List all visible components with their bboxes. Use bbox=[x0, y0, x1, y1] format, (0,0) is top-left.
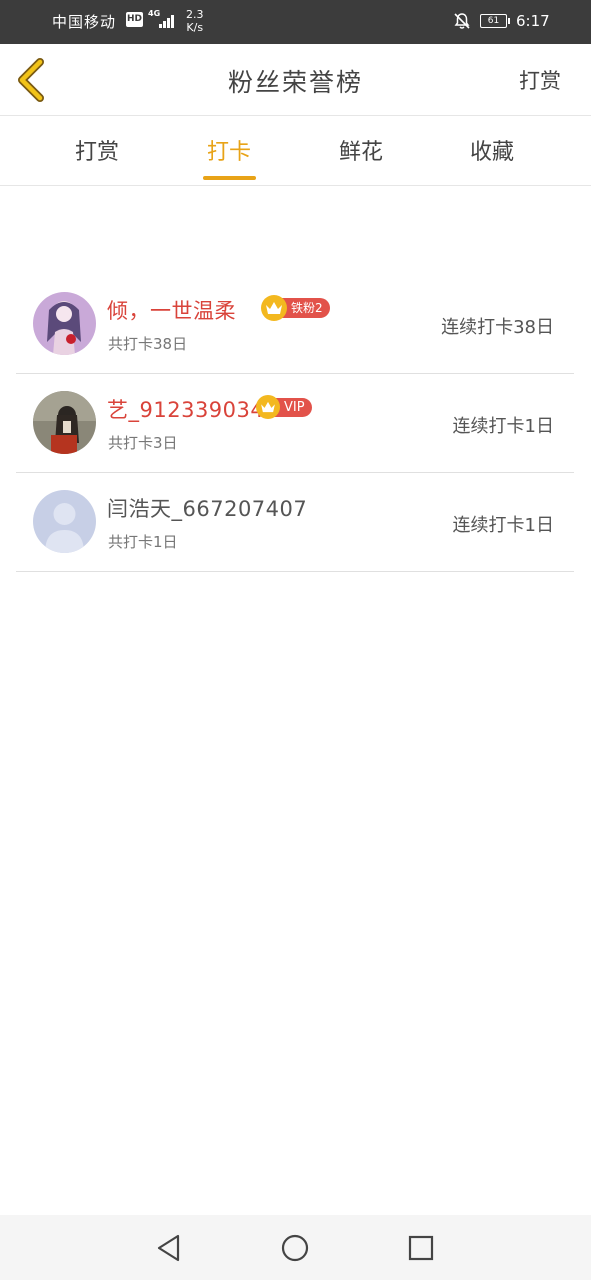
network-speed: 2.3 K/s bbox=[186, 8, 204, 34]
tab-reward[interactable]: 打赏 bbox=[52, 134, 142, 166]
recent-square-icon[interactable] bbox=[406, 1233, 436, 1263]
streak-days: 连续打卡38日 bbox=[441, 317, 554, 338]
tab-bar: 打赏 打卡 鲜花 收藏 bbox=[0, 116, 591, 186]
ranking-list: 倾，一世温柔 铁粉2 共打卡38日 连续打卡38日 艺_912339034 VI… bbox=[16, 275, 574, 572]
tab-checkin[interactable]: 打卡 bbox=[184, 134, 274, 166]
home-circle-icon[interactable] bbox=[280, 1233, 310, 1263]
list-item[interactable]: 闫浩天_667207407 共打卡1日 连续打卡1日 bbox=[16, 473, 574, 572]
user-name[interactable]: 艺_912339034 bbox=[107, 394, 264, 424]
battery-icon: 61 bbox=[480, 14, 510, 28]
total-checkins: 共打卡1日 bbox=[108, 533, 178, 551]
page-title: 粉丝荣誉榜 bbox=[227, 68, 363, 97]
list-item[interactable]: 艺_912339034 VIP 共打卡3日 连续打卡1日 bbox=[16, 374, 574, 473]
user-name[interactable]: 闫浩天_667207407 bbox=[107, 493, 307, 523]
signal-icon bbox=[159, 12, 177, 28]
crown-icon bbox=[256, 395, 280, 419]
streak-days: 连续打卡1日 bbox=[452, 515, 554, 536]
anime-girl-avatar[interactable] bbox=[33, 292, 96, 355]
vip-badge: VIP bbox=[256, 394, 312, 420]
reward-button[interactable]: 打赏 bbox=[519, 65, 561, 95]
list-item[interactable]: 倾，一世温柔 铁粉2 共打卡38日 连续打卡38日 bbox=[16, 275, 574, 374]
fan-level-badge: 铁粉2 bbox=[261, 295, 330, 321]
tab-favorites[interactable]: 收藏 bbox=[447, 134, 537, 166]
active-tab-indicator bbox=[203, 176, 256, 180]
tab-flowers[interactable]: 鲜花 bbox=[316, 134, 406, 166]
total-checkins: 共打卡38日 bbox=[108, 335, 188, 353]
bell-muted-icon bbox=[454, 13, 470, 29]
crown-icon bbox=[261, 295, 287, 321]
carrier-name: 中国移动 bbox=[52, 13, 117, 31]
clock: 6:17 bbox=[516, 12, 550, 30]
default-user-avatar[interactable] bbox=[33, 490, 96, 553]
hd-icon: HD bbox=[126, 12, 143, 27]
status-bar: 中国移动 HD 4G 2.3 K/s 61 6:17 bbox=[0, 0, 591, 44]
total-checkins: 共打卡3日 bbox=[108, 434, 178, 452]
photo-avatar[interactable] bbox=[33, 391, 96, 454]
app-header: 粉丝荣誉榜 打赏 bbox=[0, 44, 591, 116]
back-triangle-icon[interactable] bbox=[154, 1233, 184, 1263]
streak-days: 连续打卡1日 bbox=[452, 416, 554, 437]
system-nav-bar bbox=[0, 1215, 591, 1280]
user-name[interactable]: 倾，一世温柔 bbox=[107, 295, 236, 325]
